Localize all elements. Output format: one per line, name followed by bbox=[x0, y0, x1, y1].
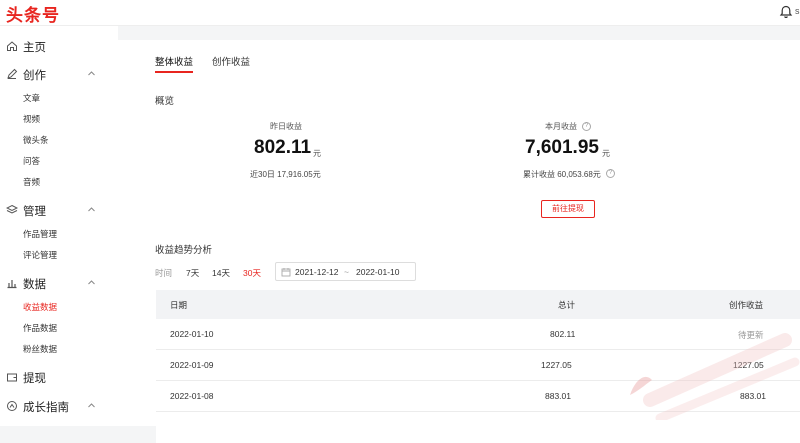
row-creation-revenue: 待更新 bbox=[738, 330, 764, 340]
sidebar-item-works-data[interactable]: 作品数据 bbox=[23, 322, 57, 334]
overview-title: 概览 bbox=[155, 96, 175, 107]
wallet-icon bbox=[7, 373, 17, 382]
date-end: 2022-01-10 bbox=[356, 267, 400, 277]
help-icon[interactable]: ? bbox=[606, 169, 615, 178]
row-date: 2022-01-10 bbox=[170, 329, 214, 339]
row-creation-revenue: 883.01 bbox=[740, 391, 766, 401]
tab-overall-revenue[interactable]: 整体收益 bbox=[155, 54, 193, 68]
sidebar-group-label: 创作 bbox=[23, 70, 46, 82]
column-creation-revenue: 创作收益 bbox=[729, 300, 764, 310]
yesterday-revenue-value: 802.11 bbox=[254, 137, 312, 158]
filter-30-days[interactable]: 30天 bbox=[243, 267, 261, 279]
calendar-icon bbox=[281, 268, 291, 277]
help-icon[interactable]: ? bbox=[582, 122, 591, 131]
filter-14-days[interactable]: 14天 bbox=[212, 267, 230, 279]
total-revenue: 累计收益 60,053.68元 bbox=[523, 170, 601, 179]
top-bar: 头条号 s bbox=[0, 0, 800, 26]
yesterday-revenue-unit: 元 bbox=[313, 149, 321, 158]
bar-chart-icon bbox=[7, 280, 17, 289]
tab-creation-revenue[interactable]: 创作收益 bbox=[212, 54, 250, 68]
sidebar-item-video[interactable]: 视频 bbox=[23, 113, 40, 125]
month-revenue-unit: 元 bbox=[602, 149, 610, 158]
sidebar-item-fans-data[interactable]: 粉丝数据 bbox=[23, 343, 57, 355]
sidebar-item-audio[interactable]: 音频 bbox=[23, 176, 40, 188]
table-header: 日期 总计 创作收益 bbox=[156, 290, 800, 319]
home-icon bbox=[7, 41, 17, 51]
row-date: 2022-01-09 bbox=[170, 360, 214, 370]
chevron-up-icon[interactable] bbox=[87, 205, 96, 214]
date-separator: ~ bbox=[344, 267, 349, 277]
sidebar-group-data[interactable]: 数据 bbox=[0, 272, 118, 294]
table-row: 2022-01-09 1227.05 1227.05 bbox=[156, 350, 800, 381]
sidebar-group-growth[interactable]: 成长指南 bbox=[0, 395, 118, 417]
row-date: 2022-01-08 bbox=[170, 391, 214, 401]
pen-icon bbox=[7, 68, 18, 79]
row-creation-revenue: 1227.05 bbox=[733, 360, 764, 370]
sidebar-item-qa[interactable]: 问答 bbox=[23, 155, 40, 167]
chevron-up-icon[interactable] bbox=[87, 401, 96, 410]
active-tab-indicator bbox=[155, 71, 193, 73]
month-revenue-value: 7,601.95 bbox=[525, 137, 599, 158]
main-panel: 整体收益 创作收益 概览 昨日收益 802.11 元 近30日 17,916.0… bbox=[118, 40, 800, 443]
sidebar-item-withdraw[interactable]: 提现 bbox=[0, 366, 118, 388]
sidebar-group-manage[interactable]: 管理 bbox=[0, 199, 118, 221]
table-row-partial bbox=[156, 412, 800, 443]
sidebar-group-label: 数据 bbox=[23, 279, 46, 291]
table-row: 2022-01-10 802.11 待更新 bbox=[156, 319, 800, 350]
bell-icon[interactable] bbox=[779, 5, 793, 19]
sidebar-item-comments-manage[interactable]: 评论管理 bbox=[23, 249, 57, 261]
chevron-up-icon[interactable] bbox=[87, 69, 96, 78]
user-avatar[interactable]: s bbox=[795, 6, 800, 16]
row-total: 802.11 bbox=[550, 329, 576, 339]
sidebar-item-label: 提现 bbox=[23, 373, 46, 385]
layers-icon bbox=[6, 204, 18, 214]
logo[interactable]: 头条号 bbox=[6, 1, 60, 26]
date-range-picker[interactable]: 2021-12-12 ~ 2022-01-10 bbox=[275, 262, 416, 281]
date-start: 2021-12-12 bbox=[295, 267, 339, 277]
sidebar-item-label: 主页 bbox=[23, 42, 46, 54]
filter-7-days[interactable]: 7天 bbox=[186, 267, 199, 279]
growth-icon bbox=[7, 401, 17, 411]
month-revenue-label: 本月收益 bbox=[545, 122, 577, 131]
row-total: 883.01 bbox=[545, 391, 571, 401]
sidebar-item-works-manage[interactable]: 作品管理 bbox=[23, 228, 57, 240]
row-total: 1227.05 bbox=[541, 360, 572, 370]
sidebar-item-micro-post[interactable]: 微头条 bbox=[23, 134, 49, 146]
last-30-days-revenue: 近30日 17,916.05元 bbox=[250, 170, 321, 179]
column-date: 日期 bbox=[170, 300, 188, 310]
column-total: 总计 bbox=[558, 300, 576, 310]
table-row: 2022-01-08 883.01 883.01 bbox=[156, 381, 800, 412]
sidebar-item-article[interactable]: 文章 bbox=[23, 92, 40, 104]
sidebar: 主页 创作 文章 视频 微头条 问答 音频 管理 作品管理 评论管理 数据 收益… bbox=[0, 26, 118, 426]
chevron-up-icon[interactable] bbox=[87, 278, 96, 287]
yesterday-revenue-label: 昨日收益 bbox=[270, 122, 302, 131]
sidebar-item-home[interactable]: 主页 bbox=[0, 35, 118, 57]
trend-title: 收益趋势分析 bbox=[155, 245, 213, 256]
sidebar-group-label: 管理 bbox=[23, 206, 46, 218]
sidebar-group-create[interactable]: 创作 bbox=[0, 63, 118, 85]
sidebar-group-label: 成长指南 bbox=[23, 402, 69, 414]
sidebar-item-revenue-data[interactable]: 收益数据 bbox=[23, 301, 57, 313]
withdraw-button[interactable]: 前往提现 bbox=[541, 200, 595, 218]
time-filter-label: 时间 bbox=[155, 268, 173, 278]
